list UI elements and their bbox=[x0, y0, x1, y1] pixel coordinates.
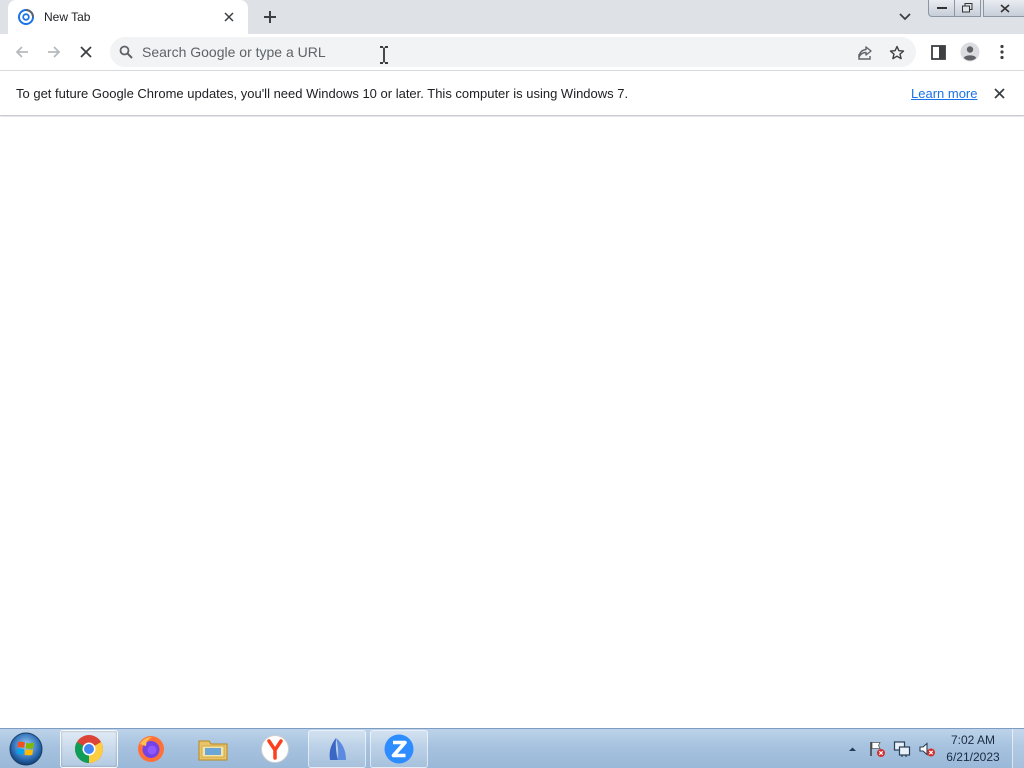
stop-icon bbox=[80, 46, 92, 58]
show-desktop-button[interactable] bbox=[1012, 729, 1024, 768]
omnibox-input[interactable] bbox=[142, 37, 842, 67]
tab-search-button[interactable] bbox=[894, 6, 916, 28]
sail-icon bbox=[329, 738, 346, 760]
tab-strip: New Tab bbox=[0, 0, 1024, 34]
learn-more-link[interactable]: Learn more bbox=[911, 86, 977, 101]
arrow-right-icon bbox=[48, 46, 61, 58]
plus-icon bbox=[264, 11, 276, 23]
yandex-icon bbox=[261, 735, 289, 763]
tab-title: New Tab bbox=[44, 10, 91, 24]
chrome-icon bbox=[75, 735, 103, 763]
tab-close-icon[interactable] bbox=[220, 8, 238, 26]
folder-icon bbox=[198, 740, 228, 761]
tab-new-tab[interactable]: New Tab bbox=[8, 0, 248, 34]
network-icon[interactable] bbox=[892, 739, 912, 759]
bookmark-star-icon[interactable] bbox=[886, 42, 908, 64]
windows-orb-icon bbox=[9, 732, 43, 766]
side-panel-button[interactable] bbox=[924, 38, 952, 66]
side-panel-icon bbox=[930, 44, 946, 60]
back-button[interactable] bbox=[8, 38, 36, 66]
close-icon bbox=[1000, 3, 1010, 13]
taskbar-yandex[interactable] bbox=[246, 730, 304, 768]
restore-button[interactable] bbox=[954, 0, 981, 17]
show-hidden-icons-icon[interactable] bbox=[842, 739, 862, 759]
search-icon bbox=[119, 45, 133, 59]
chrome-newtab-favicon-icon bbox=[18, 9, 34, 25]
windows-taskbar: 7:02 AM 6/21/2023 bbox=[0, 728, 1024, 768]
chrome-menu-button[interactable] bbox=[988, 38, 1016, 66]
minimize-button[interactable] bbox=[928, 0, 955, 17]
update-info-bar: To get future Google Chrome updates, you… bbox=[0, 71, 1024, 116]
window-controls bbox=[928, 0, 1024, 18]
action-center-flag-icon[interactable] bbox=[867, 739, 887, 759]
clock-time: 7:02 AM bbox=[950, 733, 996, 747]
zoom-icon bbox=[384, 734, 414, 764]
window-close-button[interactable] bbox=[983, 0, 1024, 17]
avatar-icon bbox=[960, 42, 980, 62]
restore-icon bbox=[962, 3, 973, 13]
chevron-down-icon bbox=[899, 13, 911, 21]
info-bar-message: To get future Google Chrome updates, you… bbox=[16, 86, 629, 101]
info-bar-close-icon[interactable] bbox=[990, 84, 1008, 102]
clock-date: 6/21/2023 bbox=[946, 750, 1000, 764]
profile-button[interactable] bbox=[956, 38, 984, 66]
taskbar-sail-app[interactable] bbox=[308, 730, 366, 768]
arrow-left-icon bbox=[15, 46, 28, 58]
browser-toolbar bbox=[0, 34, 1024, 71]
taskbar-zoom[interactable] bbox=[370, 730, 428, 768]
new-tab-button[interactable] bbox=[258, 5, 282, 29]
minimize-icon bbox=[936, 7, 947, 9]
system-tray bbox=[842, 729, 942, 768]
taskbar-firefox[interactable] bbox=[122, 730, 180, 768]
taskbar-clock[interactable]: 7:02 AM 6/21/2023 bbox=[940, 732, 1006, 766]
stop-loading-button[interactable] bbox=[72, 38, 100, 66]
omnibox[interactable] bbox=[110, 37, 916, 67]
forward-button[interactable] bbox=[40, 38, 68, 66]
taskbar-chrome[interactable] bbox=[60, 730, 118, 768]
start-button[interactable] bbox=[6, 730, 46, 768]
taskbar-file-explorer[interactable] bbox=[184, 730, 242, 768]
share-icon[interactable] bbox=[854, 42, 876, 64]
firefox-icon bbox=[138, 736, 164, 762]
volume-muted-icon[interactable] bbox=[917, 739, 937, 759]
page-content bbox=[0, 117, 1024, 728]
more-vert-icon bbox=[1000, 44, 1004, 60]
